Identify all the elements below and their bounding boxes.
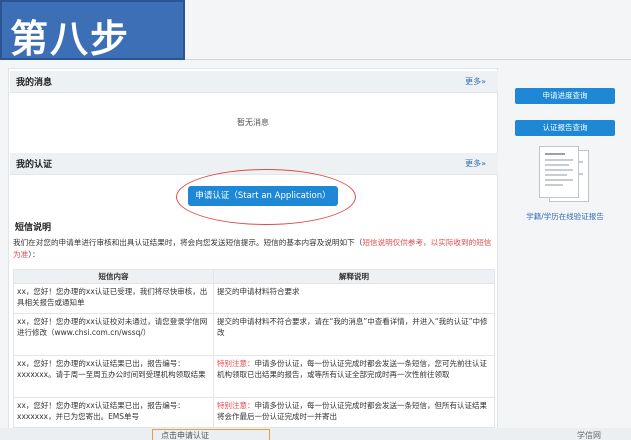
- certification-title: 我的认证: [16, 160, 53, 170]
- table-row: xx，您好！您办理的xx认证结果已出，报告编号：xxxxxxx，并已为您寄出。E…: [13, 397, 495, 428]
- sms-content-cell: xx，您好！您办理的xx认证校对未通过，请您登录学信网进行修改（www.chsi…: [13, 313, 214, 356]
- progress-query-button[interactable]: 申请进度查询: [515, 88, 615, 104]
- note-text: 申请多份认证，每一份认证完成时都会发送一条短信，但所有认证结果将会作最后一份认证…: [217, 401, 487, 421]
- sidebar: 申请进度查询 认证报告查询 学籍/学历在线验证报告: [507, 78, 623, 228]
- sms-note-cell: 特别注意：申请多份认证，每一份认证完成时都会发送一条短信，但所有认证结果将会作最…: [213, 397, 495, 428]
- table-row: xx，您好！您办理的xx认证校对未通过，请您登录学信网进行修改（www.chsi…: [13, 313, 495, 356]
- col-note-header: 解释说明: [213, 269, 495, 284]
- report-query-button[interactable]: 认证报告查询: [515, 120, 615, 136]
- messages-empty-text: 暂无消息: [237, 118, 269, 127]
- sms-desc-prefix: 我们在对您的申请单进行审核和出具认证结果时，将会向您发送短信提示。短信的基本内容…: [13, 238, 363, 247]
- messages-more-link[interactable]: 更多»: [465, 76, 486, 87]
- sms-description: 我们在对您的申请单进行审核和出具认证结果时，将会向您发送短信提示。短信的基本内容…: [13, 237, 497, 261]
- note-warning: 特别注意：: [217, 359, 255, 368]
- step-title: 第八步: [10, 16, 131, 61]
- sms-table: 短信内容 解释说明 xx，您好！您办理的xx认证已受理，我们将尽快审核，出具相关…: [13, 269, 495, 428]
- table-row: xx，您好！您办理的xx认证已受理，我们将尽快审核，出具相关报告或通知单 提交的…: [13, 283, 495, 314]
- note-text: 提交的申请材料不符合要求，请在“我的消息”中查看详情，并进入“我的认证”中修改: [217, 317, 488, 337]
- apply-certification-button[interactable]: 申请认证（Start an Application）: [188, 186, 338, 206]
- sms-table-header: 短信内容 解释说明: [13, 269, 495, 284]
- sms-note-cell: 提交的申请材料符合要求: [213, 283, 495, 314]
- sms-content-cell: xx，您好！您办理的xx认证已受理，我们将尽快审核，出具相关报告或通知单: [13, 283, 214, 314]
- certification-more-link[interactable]: 更多»: [465, 158, 486, 169]
- sms-desc-suffix: ）：: [28, 250, 40, 259]
- bottom-hint: 点击申请认证: [152, 429, 270, 440]
- report-document-icon[interactable]: [539, 146, 591, 202]
- col-content-header: 短信内容: [13, 269, 214, 284]
- online-verification-report-link[interactable]: 学籍/学历在线验证报告: [507, 211, 623, 222]
- note-text: 提交的申请材料符合要求: [217, 287, 300, 296]
- note-text: 申请多份认证，每一份认证完成时都会发送一条短信，您可先前往认证机构领取已出结果的…: [217, 359, 487, 379]
- sms-note-cell: 特别注意：申请多份认证，每一份认证完成时都会发送一条短信，您可先前往认证机构领取…: [213, 355, 495, 398]
- bottom-right-text: 学信网: [577, 431, 601, 440]
- main-panel: 我的消息 更多» 暂无消息 我的认证 更多» 申请认证（Start an App…: [8, 68, 498, 440]
- bottom-strip: [0, 428, 631, 440]
- messages-header: 我的消息 更多»: [10, 71, 498, 93]
- table-row: xx，您好！您办理的xx认证结果已出，报告编号：xxxxxxx。请于周一至周五办…: [13, 355, 495, 398]
- sms-content-cell: xx，您好！您办理的xx认证结果已出，报告编号：xxxxxxx，并已为您寄出。E…: [13, 397, 214, 428]
- step-banner: 第八步: [0, 0, 185, 61]
- sms-title: 短信说明: [15, 223, 52, 233]
- messages-title: 我的消息: [16, 78, 53, 88]
- sms-content-cell: xx，您好！您办理的xx认证结果已出，报告编号：xxxxxxx。请于周一至周五办…: [13, 355, 214, 398]
- sms-note-cell: 提交的申请材料不符合要求，请在“我的消息”中查看详情，并进入“我的认证”中修改: [213, 313, 495, 356]
- note-warning: 特别注意：: [217, 401, 255, 410]
- top-bar: [185, 0, 631, 60]
